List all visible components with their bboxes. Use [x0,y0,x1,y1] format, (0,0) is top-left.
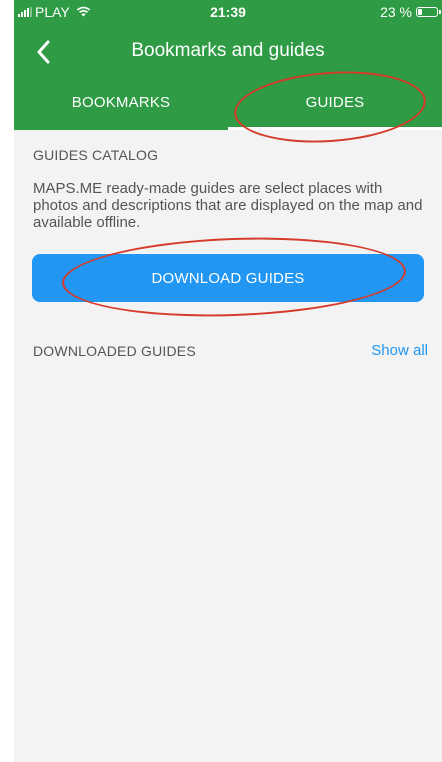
status-bar: PLAY 21:39 23 % [14,0,442,24]
app-screen: PLAY 21:39 23 % Bookmarks and guides BOO… [14,0,442,762]
downloaded-guides-heading: DOWNLOADED GUIDES [33,343,196,359]
download-guides-button[interactable]: DOWNLOAD GUIDES [32,254,424,302]
battery-fill [418,9,422,15]
status-right: 23 % [380,4,441,20]
navigation-bar: Bookmarks and guides [14,24,442,80]
page-title: Bookmarks and guides [131,40,325,61]
battery-percent: 23 % [380,4,412,20]
tab-guides[interactable]: GUIDES [228,80,442,130]
battery-icon [416,7,441,17]
guides-catalog-heading: GUIDES CATALOG [33,147,159,163]
guides-catalog-description: MAPS.ME ready-made guides are select pla… [33,180,423,231]
show-all-link[interactable]: Show all [371,342,428,359]
clock-time: 21:39 [210,4,246,20]
tab-bookmarks[interactable]: BOOKMARKS [14,80,228,130]
tab-bar: BOOKMARKS GUIDES [14,80,442,130]
